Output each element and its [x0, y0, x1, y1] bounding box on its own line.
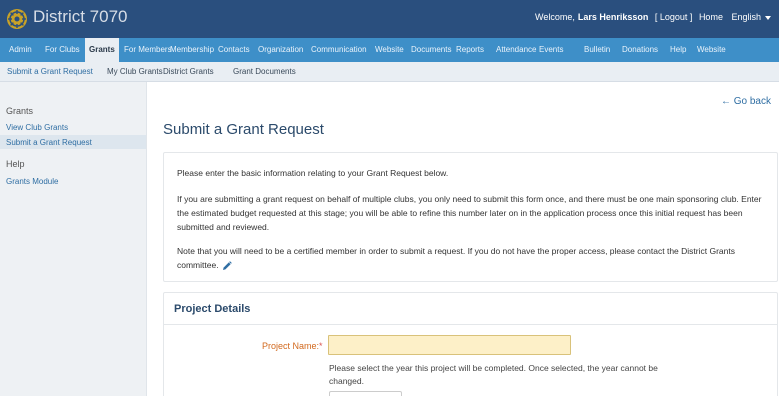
nav-item-admin[interactable]: Admin	[9, 38, 32, 62]
project-name-label-text: Project Name:	[262, 341, 320, 351]
info-paragraph-3-text: Note that you will need to be a certifie…	[177, 246, 735, 270]
nav-item-bulletin[interactable]: Bulletin	[584, 38, 610, 62]
sidebar-heading-grants: Grants	[6, 106, 34, 116]
nav-item-organization[interactable]: Organization	[258, 38, 303, 62]
nav-item-contacts[interactable]: Contacts	[218, 38, 250, 62]
nav-item-attendance[interactable]: Attendance	[496, 38, 536, 62]
nav-item-grants[interactable]: Grants	[85, 38, 119, 62]
nav-item-for-clubs[interactable]: For Clubs	[45, 38, 80, 62]
project-name-input[interactable]	[328, 335, 571, 355]
subnav-item-grant-documents[interactable]: Grant Documents	[233, 62, 296, 81]
required-marker: *	[319, 341, 323, 351]
nav-item-communication[interactable]: Communication	[311, 38, 367, 62]
rotary-logo-icon[interactable]	[6, 8, 28, 30]
subnav-item-submit-a-grant-request[interactable]: Submit a Grant Request	[7, 62, 93, 81]
sidebar: Grants View Club Grants Submit a Grant R…	[0, 82, 147, 396]
welcome-text: Welcome,	[534, 12, 575, 22]
user-name: Lars Henriksson	[577, 12, 649, 22]
info-box: Please enter the basic information relat…	[163, 152, 778, 282]
nav-item-reports[interactable]: Reports	[456, 38, 484, 62]
info-paragraph-1: Please enter the basic information relat…	[177, 168, 449, 178]
site-title[interactable]: District 7070	[33, 7, 127, 27]
top-bar: District 7070 Welcome, Lars Henriksson [ …	[0, 0, 779, 38]
chevron-down-icon	[765, 15, 771, 20]
home-link[interactable]: Home	[699, 12, 723, 22]
nav-item-documents[interactable]: Documents	[411, 38, 451, 62]
page-title: Submit a Grant Request	[163, 121, 324, 138]
subnav-item-district-grants[interactable]: District Grants	[163, 62, 214, 81]
nav-item-membership[interactable]: Membership	[170, 38, 214, 62]
go-back-link[interactable]: ← Go back	[721, 96, 771, 107]
year-select[interactable]	[329, 391, 402, 396]
sidebar-item-view-club-grants[interactable]: View Club Grants	[6, 123, 68, 132]
info-paragraph-3: Note that you will need to be a certifie…	[177, 244, 762, 272]
subnav-item-my-club-grants[interactable]: My Club Grants	[107, 62, 163, 81]
sidebar-item-submit-grant-request[interactable]: Submit a Grant Request	[6, 138, 92, 147]
project-name-label: Project Name:*	[262, 341, 323, 351]
nav-item-help[interactable]: Help	[670, 38, 686, 62]
section-title: Project Details	[174, 303, 251, 315]
nav-item-for-members[interactable]: For Members	[124, 38, 172, 62]
sub-nav: Submit a Grant Request My Club Grants Dist…	[0, 62, 779, 82]
pencil-icon[interactable]	[222, 260, 232, 271]
section-divider	[164, 324, 777, 325]
nav-item-website[interactable]: Website	[375, 38, 404, 62]
main-nav: Admin For Clubs Grants For Members Membershi…	[0, 38, 779, 62]
language-selector[interactable]: English	[729, 12, 771, 22]
year-help-text: Please select the year this project will…	[329, 363, 658, 386]
nav-item-donations[interactable]: Donations	[622, 38, 658, 62]
logout-link[interactable]: [ Logout ]	[655, 12, 693, 22]
nav-item-website[interactable]: Website	[697, 38, 726, 62]
user-menu: Welcome, Lars Henriksson [ Logout ] Home …	[531, 12, 771, 22]
language-label: English	[731, 12, 761, 22]
info-paragraph-2: If you are submitting a grant request on…	[177, 194, 762, 232]
sidebar-heading-help: Help	[6, 159, 25, 169]
sidebar-item-grants-module[interactable]: Grants Module	[6, 177, 58, 186]
nav-item-events[interactable]: Events	[539, 38, 563, 62]
